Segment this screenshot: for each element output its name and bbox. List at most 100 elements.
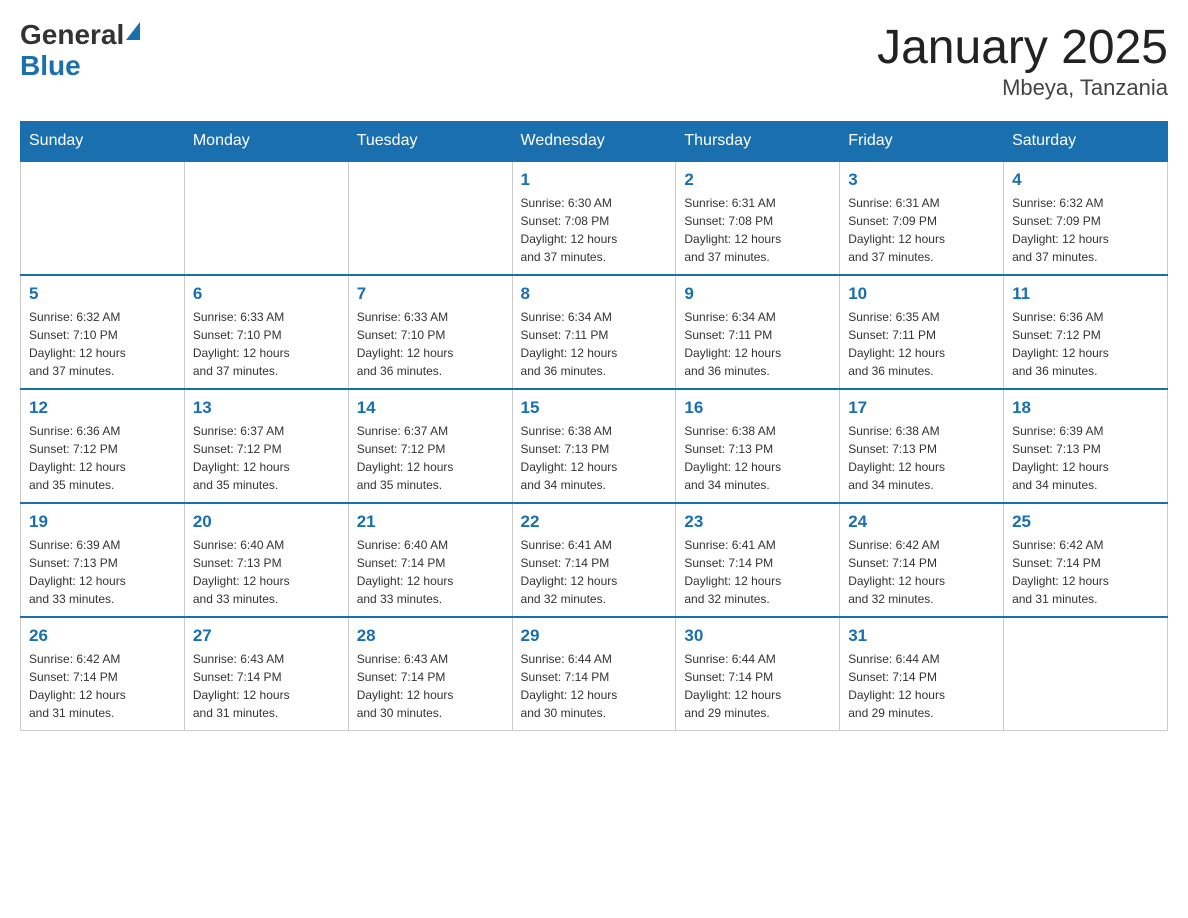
- day-info: Sunrise: 6:31 AM Sunset: 7:09 PM Dayligh…: [848, 194, 995, 266]
- day-number: 16: [684, 398, 831, 418]
- day-info: Sunrise: 6:32 AM Sunset: 7:10 PM Dayligh…: [29, 308, 176, 380]
- calendar-week-5: 26 Sunrise: 6:42 AM Sunset: 7:14 PM Dayli…: [21, 617, 1168, 731]
- day-info: Sunrise: 6:44 AM Sunset: 7:14 PM Dayligh…: [684, 650, 831, 722]
- day-number: 11: [1012, 284, 1159, 304]
- calendar-table: SundayMondayTuesdayWednesdayThursdayFrid…: [20, 121, 1168, 731]
- calendar-cell: [1004, 617, 1168, 731]
- day-info: Sunrise: 6:38 AM Sunset: 7:13 PM Dayligh…: [684, 422, 831, 494]
- day-info: Sunrise: 6:32 AM Sunset: 7:09 PM Dayligh…: [1012, 194, 1159, 266]
- calendar-cell: 23Sunrise: 6:41 AM Sunset: 7:14 PM Dayli…: [676, 503, 840, 617]
- calendar-cell: 6 Sunrise: 6:33 AM Sunset: 7:10 PM Daylig…: [184, 275, 348, 389]
- calendar-cell: 26 Sunrise: 6:42 AM Sunset: 7:14 PM Dayli…: [21, 617, 185, 731]
- calendar-cell: 12 Sunrise: 6:36 AM Sunset: 7:12 PM Dayli…: [21, 389, 185, 503]
- day-info: Sunrise: 6:42 AM Sunset: 7:14 PM Dayligh…: [29, 650, 176, 722]
- day-number: 22: [521, 512, 668, 532]
- day-number: 24: [848, 512, 995, 532]
- calendar-cell: 2 Sunrise: 6:31 AM Sunset: 7:08 PM Daylig…: [676, 161, 840, 275]
- calendar-cell: 19 Sunrise: 6:39 AM Sunset: 7:13 PM Dayli…: [21, 503, 185, 617]
- calendar-cell: [348, 161, 512, 275]
- logo-triangle-icon: [126, 22, 140, 40]
- day-info: Sunrise: 6:44 AM Sunset: 7:14 PM Dayligh…: [521, 650, 668, 722]
- calendar-cell: 17 Sunrise: 6:38 AM Sunset: 7:13 PM Dayli…: [840, 389, 1004, 503]
- day-info: Sunrise: 6:30 AM Sunset: 7:08 PM Dayligh…: [521, 194, 668, 266]
- day-info: Sunrise: 6:38 AM Sunset: 7:13 PM Dayligh…: [848, 422, 995, 494]
- calendar-cell: 7 Sunrise: 6:33 AM Sunset: 7:10 PM Daylig…: [348, 275, 512, 389]
- calendar-cell: 24 Sunrise: 6:42 AM Sunset: 7:14 PM Dayli…: [840, 503, 1004, 617]
- calendar-week-1: 1 Sunrise: 6:30 AM Sunset: 7:08 PM Daylig…: [21, 161, 1168, 275]
- calendar-body: 1 Sunrise: 6:30 AM Sunset: 7:08 PM Daylig…: [21, 161, 1168, 731]
- day-number: 6: [193, 284, 340, 304]
- calendar-cell: 22Sunrise: 6:41 AM Sunset: 7:14 PM Dayli…: [512, 503, 676, 617]
- calendar-header: SundayMondayTuesdayWednesdayThursdayFrid…: [21, 122, 1168, 162]
- calendar-cell: 16 Sunrise: 6:38 AM Sunset: 7:13 PM Dayli…: [676, 389, 840, 503]
- calendar-cell: 4 Sunrise: 6:32 AM Sunset: 7:09 PM Daylig…: [1004, 161, 1168, 275]
- logo: General Blue: [20, 20, 140, 82]
- calendar-cell: 25Sunrise: 6:42 AM Sunset: 7:14 PM Dayli…: [1004, 503, 1168, 617]
- calendar-cell: 1 Sunrise: 6:30 AM Sunset: 7:08 PM Daylig…: [512, 161, 676, 275]
- calendar-title: January 2025: [877, 20, 1168, 75]
- day-number: 19: [29, 512, 176, 532]
- calendar-cell: 13 Sunrise: 6:37 AM Sunset: 7:12 PM Dayli…: [184, 389, 348, 503]
- calendar-cell: 28 Sunrise: 6:43 AM Sunset: 7:14 PM Dayli…: [348, 617, 512, 731]
- day-info: Sunrise: 6:42 AM Sunset: 7:14 PM Dayligh…: [848, 536, 995, 608]
- calendar-cell: 31 Sunrise: 6:44 AM Sunset: 7:14 PM Dayli…: [840, 617, 1004, 731]
- calendar-cell: 11 Sunrise: 6:36 AM Sunset: 7:12 PM Dayli…: [1004, 275, 1168, 389]
- day-number: 15: [521, 398, 668, 418]
- day-info: Sunrise: 6:40 AM Sunset: 7:14 PM Dayligh…: [357, 536, 504, 608]
- calendar-cell: 5 Sunrise: 6:32 AM Sunset: 7:10 PM Daylig…: [21, 275, 185, 389]
- day-number: 12: [29, 398, 176, 418]
- day-info: Sunrise: 6:33 AM Sunset: 7:10 PM Dayligh…: [193, 308, 340, 380]
- day-number: 10: [848, 284, 995, 304]
- calendar-subtitle: Mbeya, Tanzania: [877, 75, 1168, 101]
- calendar-cell: 15 Sunrise: 6:38 AM Sunset: 7:13 PM Dayli…: [512, 389, 676, 503]
- day-info: Sunrise: 6:31 AM Sunset: 7:08 PM Dayligh…: [684, 194, 831, 266]
- day-number: 13: [193, 398, 340, 418]
- day-info: Sunrise: 6:44 AM Sunset: 7:14 PM Dayligh…: [848, 650, 995, 722]
- day-header-sunday: Sunday: [21, 122, 185, 162]
- day-number: 29: [521, 626, 668, 646]
- logo-general: General: [20, 20, 124, 51]
- day-info: Sunrise: 6:35 AM Sunset: 7:11 PM Dayligh…: [848, 308, 995, 380]
- day-header-tuesday: Tuesday: [348, 122, 512, 162]
- day-number: 28: [357, 626, 504, 646]
- day-number: 5: [29, 284, 176, 304]
- calendar-cell: 10 Sunrise: 6:35 AM Sunset: 7:11 PM Dayli…: [840, 275, 1004, 389]
- day-number: 25: [1012, 512, 1159, 532]
- calendar-cell: 29 Sunrise: 6:44 AM Sunset: 7:14 PM Dayli…: [512, 617, 676, 731]
- calendar-week-3: 12 Sunrise: 6:36 AM Sunset: 7:12 PM Dayli…: [21, 389, 1168, 503]
- day-info: Sunrise: 6:37 AM Sunset: 7:12 PM Dayligh…: [193, 422, 340, 494]
- day-number: 4: [1012, 170, 1159, 190]
- day-number: 31: [848, 626, 995, 646]
- calendar-cell: 9Sunrise: 6:34 AM Sunset: 7:11 PM Daylig…: [676, 275, 840, 389]
- calendar-cell: 27Sunrise: 6:43 AM Sunset: 7:14 PM Dayli…: [184, 617, 348, 731]
- calendar-cell: [184, 161, 348, 275]
- day-number: 1: [521, 170, 668, 190]
- day-number: 18: [1012, 398, 1159, 418]
- day-number: 20: [193, 512, 340, 532]
- page-header: General Blue January 2025 Mbeya, Tanzani…: [20, 20, 1168, 101]
- day-header-saturday: Saturday: [1004, 122, 1168, 162]
- day-info: Sunrise: 6:36 AM Sunset: 7:12 PM Dayligh…: [29, 422, 176, 494]
- day-number: 17: [848, 398, 995, 418]
- calendar-cell: 20Sunrise: 6:40 AM Sunset: 7:13 PM Dayli…: [184, 503, 348, 617]
- day-info: Sunrise: 6:36 AM Sunset: 7:12 PM Dayligh…: [1012, 308, 1159, 380]
- day-header-wednesday: Wednesday: [512, 122, 676, 162]
- calendar-week-4: 19 Sunrise: 6:39 AM Sunset: 7:13 PM Dayli…: [21, 503, 1168, 617]
- day-info: Sunrise: 6:37 AM Sunset: 7:12 PM Dayligh…: [357, 422, 504, 494]
- calendar-cell: 3 Sunrise: 6:31 AM Sunset: 7:09 PM Daylig…: [840, 161, 1004, 275]
- day-number: 26: [29, 626, 176, 646]
- day-info: Sunrise: 6:43 AM Sunset: 7:14 PM Dayligh…: [193, 650, 340, 722]
- day-number: 3: [848, 170, 995, 190]
- day-number: 9: [684, 284, 831, 304]
- logo-blue: Blue: [20, 50, 81, 81]
- day-info: Sunrise: 6:38 AM Sunset: 7:13 PM Dayligh…: [521, 422, 668, 494]
- day-info: Sunrise: 6:43 AM Sunset: 7:14 PM Dayligh…: [357, 650, 504, 722]
- day-number: 7: [357, 284, 504, 304]
- calendar-cell: 18 Sunrise: 6:39 AM Sunset: 7:13 PM Dayli…: [1004, 389, 1168, 503]
- day-number: 14: [357, 398, 504, 418]
- calendar-week-2: 5 Sunrise: 6:32 AM Sunset: 7:10 PM Daylig…: [21, 275, 1168, 389]
- day-number: 2: [684, 170, 831, 190]
- day-info: Sunrise: 6:39 AM Sunset: 7:13 PM Dayligh…: [1012, 422, 1159, 494]
- day-info: Sunrise: 6:39 AM Sunset: 7:13 PM Dayligh…: [29, 536, 176, 608]
- day-info: Sunrise: 6:33 AM Sunset: 7:10 PM Dayligh…: [357, 308, 504, 380]
